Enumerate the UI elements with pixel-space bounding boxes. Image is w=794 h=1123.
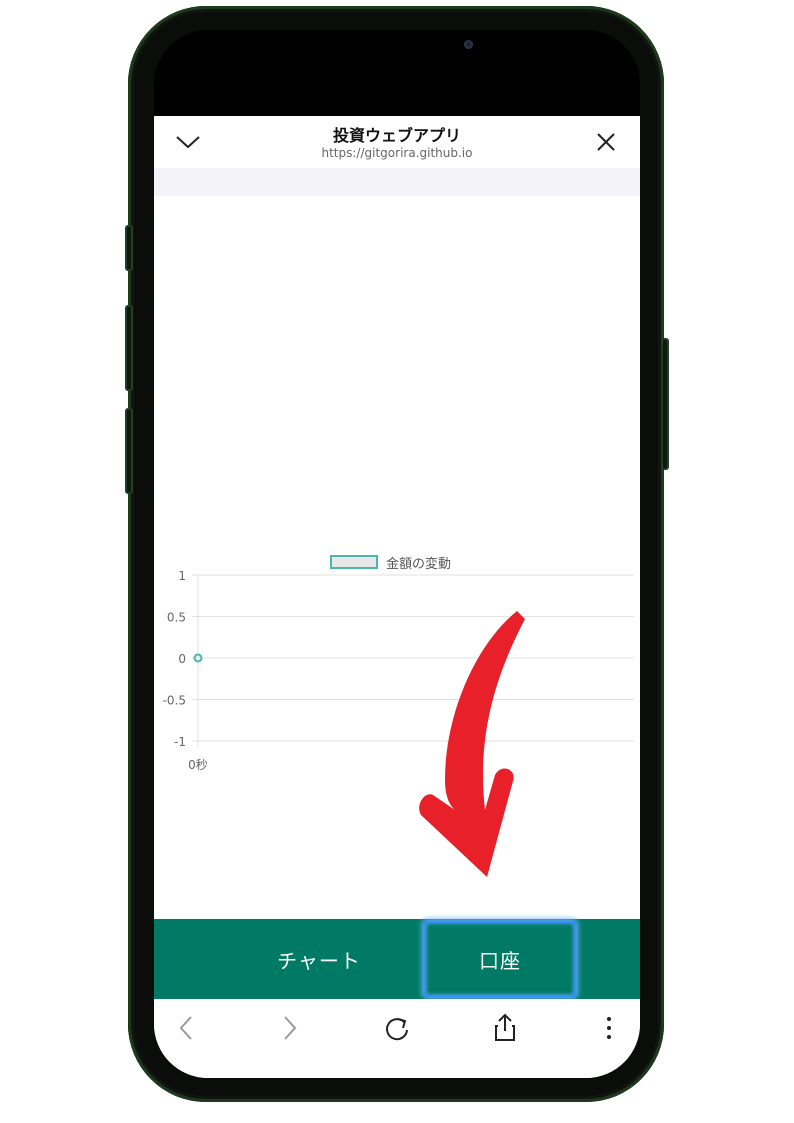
tab-account[interactable]: 口座: [424, 921, 576, 997]
dynamic-island: [296, 30, 498, 72]
forward-icon[interactable]: [272, 1011, 306, 1045]
app-content: 金額の変動 1 0.5 0 -0.5 -1 0秒: [154, 168, 640, 919]
x-tick-label: 0秒: [188, 758, 208, 772]
y-tick-label: 1: [178, 569, 186, 583]
volume-down-button: [125, 408, 133, 494]
reload-icon[interactable]: [380, 1011, 414, 1045]
browser-sheet: 投資ウェブアプリ https://gitgorira.github.io 金額の…: [154, 116, 640, 1078]
tab-bar: チャート 口座: [154, 919, 640, 999]
more-icon[interactable]: [592, 1011, 626, 1045]
back-icon[interactable]: [170, 1011, 204, 1045]
y-tick-label: -1: [174, 735, 186, 749]
data-point: [193, 653, 203, 663]
y-tick-label: 0.5: [167, 611, 186, 625]
power-button: [661, 338, 669, 470]
y-tick-label: 0: [178, 652, 186, 666]
browser-navbar: [154, 999, 640, 1078]
tab-chart[interactable]: チャート: [214, 919, 424, 999]
camera: [464, 40, 473, 49]
red-arrow-annotation: [419, 611, 525, 877]
y-tick-label: -0.5: [163, 694, 186, 708]
close-icon[interactable]: [594, 130, 618, 154]
phone-screen: 投資ウェブアプリ https://gitgorira.github.io 金額の…: [154, 30, 640, 1078]
page-title: 投資ウェブアプリ: [332, 126, 461, 145]
volume-up-button: [125, 305, 133, 391]
page-url: https://gitgorira.github.io: [321, 146, 473, 160]
header-strip: [154, 168, 640, 196]
browser-topbar: 投資ウェブアプリ https://gitgorira.github.io: [154, 116, 640, 168]
action-button: [125, 225, 133, 271]
line-chart: 1 0.5 0 -0.5 -10秒: [163, 569, 634, 772]
share-icon[interactable]: [488, 1011, 522, 1045]
